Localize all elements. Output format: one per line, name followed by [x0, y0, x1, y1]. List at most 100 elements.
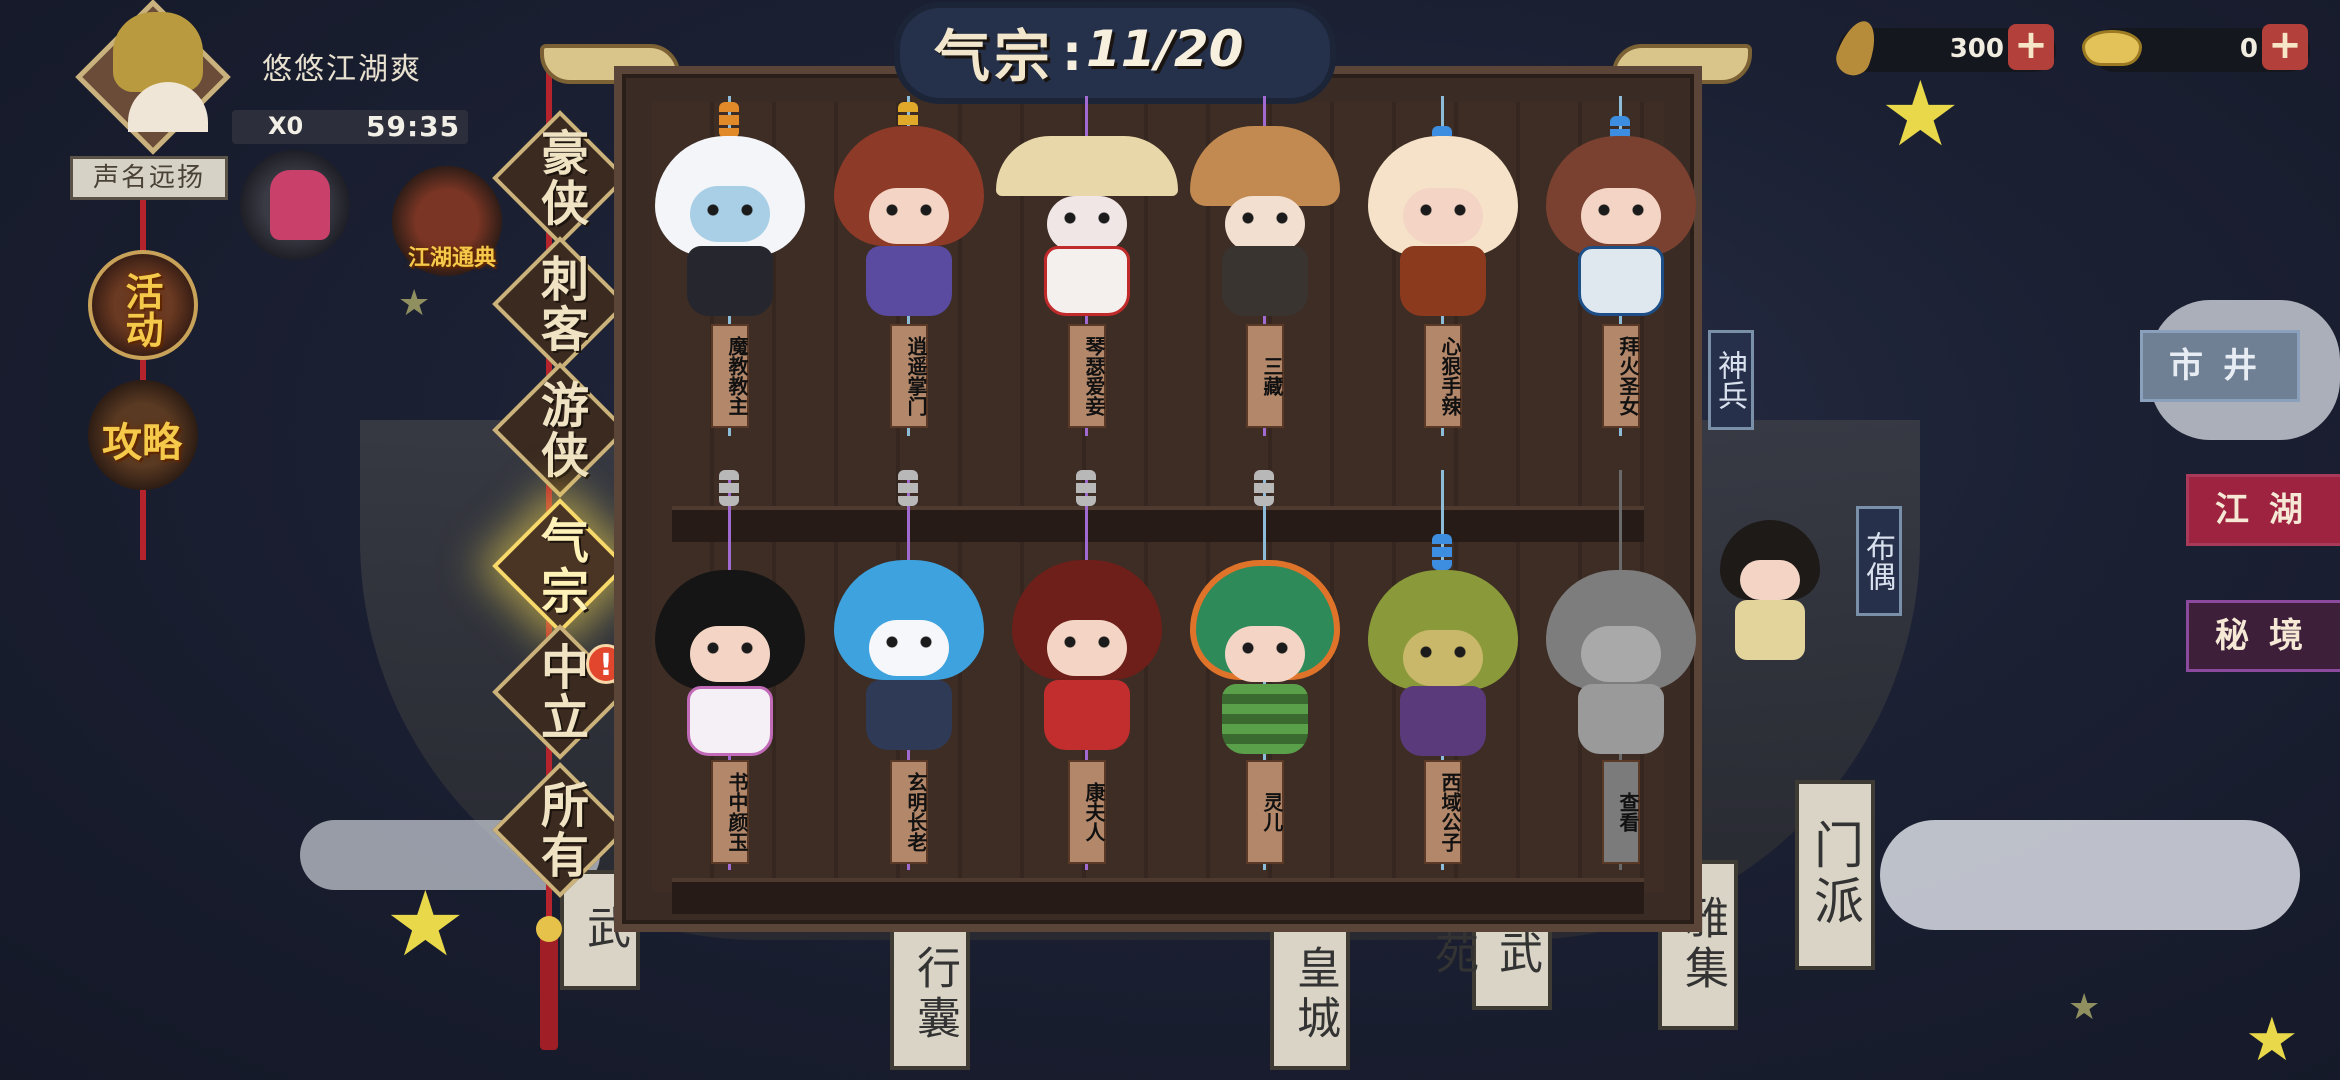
figure-name-tag: 三藏: [1246, 324, 1284, 428]
add-leaf-currency-button[interactable]: +: [2008, 24, 2054, 70]
header-colon: :: [1062, 24, 1082, 82]
tassel: [540, 930, 558, 1050]
star-icon: ★: [385, 872, 466, 977]
collection-progress: 11/20: [1086, 20, 1244, 78]
figure-body: [1222, 684, 1308, 754]
doll-tab[interactable]: 布偶: [1856, 506, 1902, 616]
gold-ingot-icon: [2082, 30, 2142, 66]
encyclopedia-button[interactable]: 江湖通典: [392, 166, 502, 276]
figure-face: [1225, 626, 1305, 682]
tab-label: 气宗: [532, 516, 588, 616]
figure-card[interactable]: 玄明长老: [824, 470, 994, 870]
figure-face: [690, 626, 770, 682]
player-avatar[interactable]: [58, 0, 238, 162]
tab-all[interactable]: 所有: [490, 760, 630, 900]
avatar: [113, 12, 203, 92]
figure-card[interactable]: 逍遥掌门: [824, 96, 994, 436]
tab-label: 游侠: [532, 380, 588, 480]
figure-eyes: [884, 636, 934, 648]
weapon-tab[interactable]: 神兵: [1708, 330, 1754, 430]
costume-button[interactable]: [240, 150, 350, 260]
market-button[interactable]: 市井: [2140, 330, 2300, 402]
figure-eyes: [1062, 636, 1112, 648]
figure-head: [996, 136, 1178, 196]
figure-eyes: [1240, 642, 1290, 654]
figure-card-locked[interactable]: 查看: [1536, 470, 1706, 870]
guide-button[interactable]: 攻略: [88, 380, 198, 490]
figure-card[interactable]: 魔教教主: [645, 96, 815, 436]
bead-string: [1432, 534, 1452, 570]
figure-name-tag: 拜火圣女: [1602, 324, 1640, 428]
figure-face: [1403, 188, 1483, 244]
figure-card[interactable]: 琴瑟爱妾: [996, 96, 1178, 436]
star-icon: ★: [398, 283, 431, 324]
leaf-currency-value: 300: [1949, 34, 2004, 64]
figure-eyes: [1240, 212, 1290, 224]
figure-card[interactable]: 拜火圣女: [1536, 96, 1706, 436]
countdown-timer: 59:35: [366, 110, 461, 143]
figure-face: [869, 620, 949, 676]
player-name: 悠悠江湖爽: [262, 52, 422, 87]
figure-body: [1400, 686, 1486, 756]
figure-name-tag: 灵儿: [1246, 760, 1284, 864]
figure-eyes: [1596, 204, 1646, 216]
figure-face: [1225, 196, 1305, 252]
figure-face: [1403, 630, 1483, 686]
event-button[interactable]: 活动: [88, 250, 198, 360]
figure-body: [1044, 246, 1130, 316]
bead-string: [898, 470, 918, 506]
figure-eyes: [884, 204, 934, 216]
sect-sign[interactable]: 门派: [1795, 780, 1875, 970]
figure-card[interactable]: 康夫人: [1002, 470, 1172, 870]
figure-body: [687, 246, 773, 316]
reputation-title[interactable]: 声名远扬: [70, 156, 228, 200]
tab-label: 刺客: [532, 254, 588, 354]
figure-eyes: [1418, 646, 1468, 658]
tab-youxia[interactable]: 游侠: [490, 360, 630, 500]
figure-card[interactable]: 三藏: [1180, 96, 1350, 436]
jianghu-button[interactable]: 江湖: [2186, 474, 2340, 546]
view-button[interactable]: 查看: [1602, 760, 1640, 864]
tab-qizong[interactable]: 气宗: [490, 496, 630, 636]
event-label: 活动: [119, 272, 164, 348]
figure-name-tag: 康夫人: [1068, 760, 1106, 864]
bead-string: [1076, 470, 1096, 506]
figure-eyes: [1418, 204, 1468, 216]
figure-eyes: [705, 642, 755, 654]
secret-realm-button[interactable]: 秘境: [2186, 600, 2340, 672]
figure-face: [869, 188, 949, 244]
figure-card[interactable]: 书中颜玉: [645, 470, 815, 870]
doll-preview: [1710, 520, 1830, 670]
figure-body: [1400, 246, 1486, 316]
figure-face: [1047, 196, 1127, 252]
figure-name-tag: 逍遥掌门: [890, 324, 928, 428]
figure-face: [1581, 626, 1661, 682]
figure-face: [1047, 620, 1127, 676]
bead-string: [719, 470, 739, 506]
tab-haoxia[interactable]: 豪侠: [490, 108, 630, 248]
tab-cike[interactable]: 刺客: [490, 234, 630, 374]
figure-name-tag: 心狠手辣: [1424, 324, 1462, 428]
figure-name-tag: 西域公子: [1424, 760, 1462, 864]
figure-card[interactable]: 西域公子: [1358, 470, 1528, 870]
guide-label: 攻略: [102, 419, 182, 466]
add-gold-ingot-button[interactable]: +: [2262, 24, 2308, 70]
gold-bead: [536, 916, 562, 942]
figure-name-tag: 书中颜玉: [711, 760, 749, 864]
star-icon: ★: [2068, 987, 2101, 1028]
figure-body: [1044, 680, 1130, 750]
background-sign: 行囊: [890, 920, 970, 1070]
figure-name-tag: 魔教教主: [711, 324, 749, 428]
background-sign: 皇城: [1270, 920, 1350, 1070]
figure-body: [1578, 684, 1664, 754]
background-cloud: [1880, 820, 2300, 930]
figure-card[interactable]: 心狠手辣: [1358, 96, 1528, 436]
figure-card[interactable]: 灵儿: [1180, 470, 1350, 870]
star-icon: ★: [2245, 1005, 2299, 1075]
figure-body: [866, 246, 952, 316]
figure-name-tag: 玄明长老: [890, 760, 928, 864]
shelf: [672, 878, 1644, 914]
tab-label: 豪侠: [532, 128, 588, 228]
figure-eyes: [705, 204, 755, 216]
tab-zhongli[interactable]: 中立 !: [490, 622, 630, 762]
